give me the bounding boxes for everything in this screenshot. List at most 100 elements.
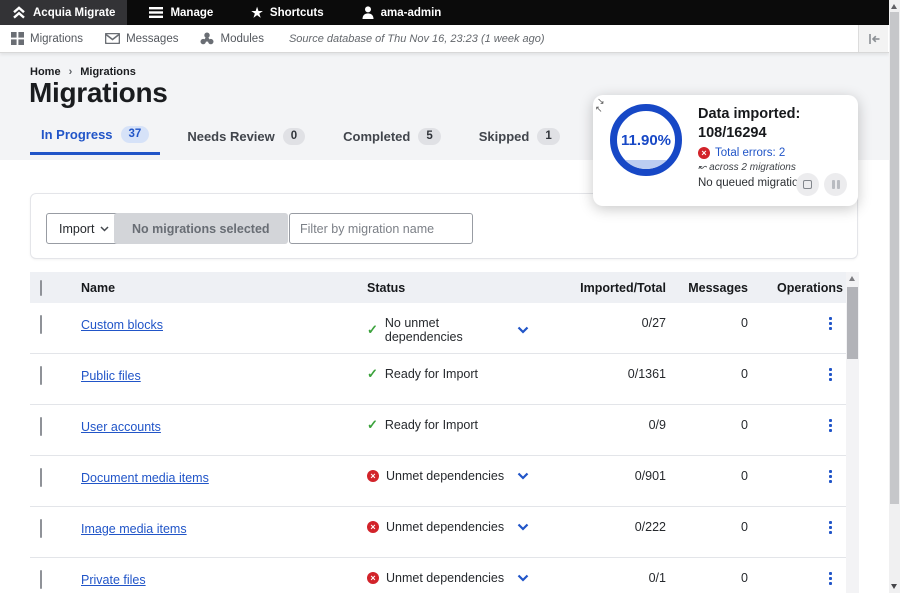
operations-menu-button[interactable] (828, 418, 833, 433)
migration-name-link[interactable]: Image media items (81, 522, 187, 536)
grid-icon (11, 32, 24, 45)
status-text: No unmet dependencies (385, 316, 510, 344)
scroll-down-icon[interactable] (891, 584, 897, 589)
tab-in-progress[interactable]: In Progress 37 (30, 126, 160, 155)
migration-name-link[interactable]: User accounts (81, 420, 161, 434)
status-ok-icon: ✓ (367, 419, 378, 431)
imported-total-value: 0/1 (555, 571, 668, 585)
total-errors-link[interactable]: × Total errors: 2 (698, 147, 848, 159)
import-label: Import (59, 222, 94, 236)
progress-card-actions (796, 173, 847, 196)
user-account-menu-item[interactable]: ama-admin (348, 0, 456, 25)
table-header-row: Name Status Imported/Total Messages Oper… (30, 272, 846, 303)
table-row: User accounts ✓ Ready for Import 0/9 0 (30, 405, 846, 456)
import-dropdown-button[interactable]: Import (46, 213, 122, 244)
manage-label: Manage (170, 7, 213, 19)
column-header-status: Status (367, 281, 555, 295)
migrate-toolbar: Migrations Messages Modules Source datab… (0, 25, 889, 53)
messages-count: 0 (668, 571, 750, 585)
migration-name-link[interactable]: Document media items (81, 471, 209, 485)
row-checkbox[interactable] (40, 315, 42, 334)
collapse-left-icon (867, 33, 881, 45)
imported-total-value: 0/1361 (555, 367, 668, 381)
toolbar-item-migrations[interactable]: Migrations (0, 25, 94, 52)
user-label: ama-admin (381, 7, 442, 19)
status-text: Unmet dependencies (386, 469, 504, 483)
table-scrollbar-thumb[interactable] (847, 287, 858, 359)
column-header-messages: Messages (668, 281, 750, 295)
tab-label: Needs Review (187, 129, 274, 144)
scroll-up-icon[interactable] (849, 276, 855, 281)
operations-menu-button[interactable] (828, 520, 833, 535)
migrations-table: Name Status Imported/Total Messages Oper… (30, 272, 846, 593)
toolbar-item-modules[interactable]: Modules (189, 25, 274, 52)
select-all-checkbox[interactable] (40, 280, 42, 296)
user-icon (362, 6, 374, 19)
source-database-note: Source database of Thu Nov 16, 23:23 (1 … (289, 33, 545, 45)
expand-chevron-icon[interactable] (517, 574, 529, 582)
status-text: Unmet dependencies (386, 520, 504, 534)
row-checkbox[interactable] (40, 366, 42, 385)
page-scrollbar-thumb[interactable] (890, 12, 899, 504)
expand-chevron-icon[interactable] (517, 523, 529, 531)
manage-menu-item[interactable]: Manage (135, 0, 227, 25)
acquia-chevrons-icon (12, 6, 26, 19)
across-migrations-note: ↜ across 2 migrations (698, 162, 848, 173)
across-arrow-icon: ↜ (698, 162, 706, 173)
stop-icon (803, 180, 812, 189)
imported-total-value: 0/901 (555, 469, 668, 483)
imported-total-value: 0/222 (555, 520, 668, 534)
scroll-up-icon[interactable] (891, 4, 897, 9)
acquia-migrate-home-button[interactable]: Acquia Migrate (0, 0, 127, 25)
hamburger-icon (149, 7, 163, 18)
imported-total-value: 0/27 (555, 316, 668, 330)
expand-chevron-icon[interactable] (517, 472, 529, 480)
table-row: Custom blocks ✓ No unmet dependencies 0/… (30, 303, 846, 354)
status-error-icon: × (367, 521, 379, 533)
tab-skipped[interactable]: Skipped 1 (468, 126, 571, 155)
column-header-operations: Operations (750, 281, 846, 295)
status-ok-icon: ✓ (367, 324, 378, 336)
stop-import-button[interactable] (796, 173, 819, 196)
page-scrollbar[interactable] (889, 0, 900, 593)
resize-handle[interactable]: ↘ ↖ (597, 97, 613, 115)
imported-total-value: 0/9 (555, 418, 668, 432)
shortcuts-label: Shortcuts (270, 7, 324, 19)
tab-needs-review[interactable]: Needs Review 0 (176, 126, 316, 155)
row-checkbox[interactable] (40, 468, 42, 487)
row-checkbox[interactable] (40, 417, 42, 436)
operations-menu-button[interactable] (828, 571, 833, 586)
operations-menu-button[interactable] (828, 367, 833, 382)
row-checkbox[interactable] (40, 519, 42, 538)
row-checkbox[interactable] (40, 570, 42, 589)
status-text: Ready for Import (385, 418, 478, 432)
tab-label: Skipped (479, 129, 530, 144)
migration-name-link[interactable]: Private files (81, 573, 146, 587)
table-row: Public files ✓ Ready for Import 0/1361 0 (30, 354, 846, 405)
shortcuts-menu-item[interactable]: ★ Shortcuts (237, 0, 337, 25)
progress-ring-fill (617, 160, 675, 169)
migration-name-link[interactable]: Custom blocks (81, 318, 163, 332)
operations-menu-button[interactable] (828, 316, 833, 331)
column-header-imported-total: Imported/Total (555, 281, 668, 295)
operations-menu-button[interactable] (828, 469, 833, 484)
collapse-toolbar-button[interactable] (858, 25, 888, 52)
filter-migration-input[interactable] (289, 213, 473, 244)
envelope-icon (105, 33, 120, 44)
toolbar-item-messages[interactable]: Messages (94, 25, 189, 52)
migration-name-link[interactable]: Public files (81, 369, 141, 383)
no-migrations-selected-button[interactable]: No migrations selected (114, 213, 288, 244)
tab-count-badge: 37 (121, 126, 150, 143)
status-error-icon: × (367, 572, 379, 584)
table-row: Private files × Unmet dependencies 0/1 0 (30, 558, 846, 593)
migrations-nav-label: Migrations (30, 33, 83, 45)
messages-count: 0 (668, 418, 750, 432)
pause-import-button[interactable] (824, 173, 847, 196)
table-row: Document media items × Unmet dependencie… (30, 456, 846, 507)
table-row: Image media items × Unmet dependencies 0… (30, 507, 846, 558)
expand-chevron-icon[interactable] (517, 326, 529, 334)
tab-completed[interactable]: Completed 5 (332, 126, 452, 155)
resize-nw-icon: ↖ (595, 105, 613, 113)
table-scrollbar[interactable] (846, 272, 859, 593)
data-imported-title: Data imported: 108/16294 (698, 105, 848, 143)
